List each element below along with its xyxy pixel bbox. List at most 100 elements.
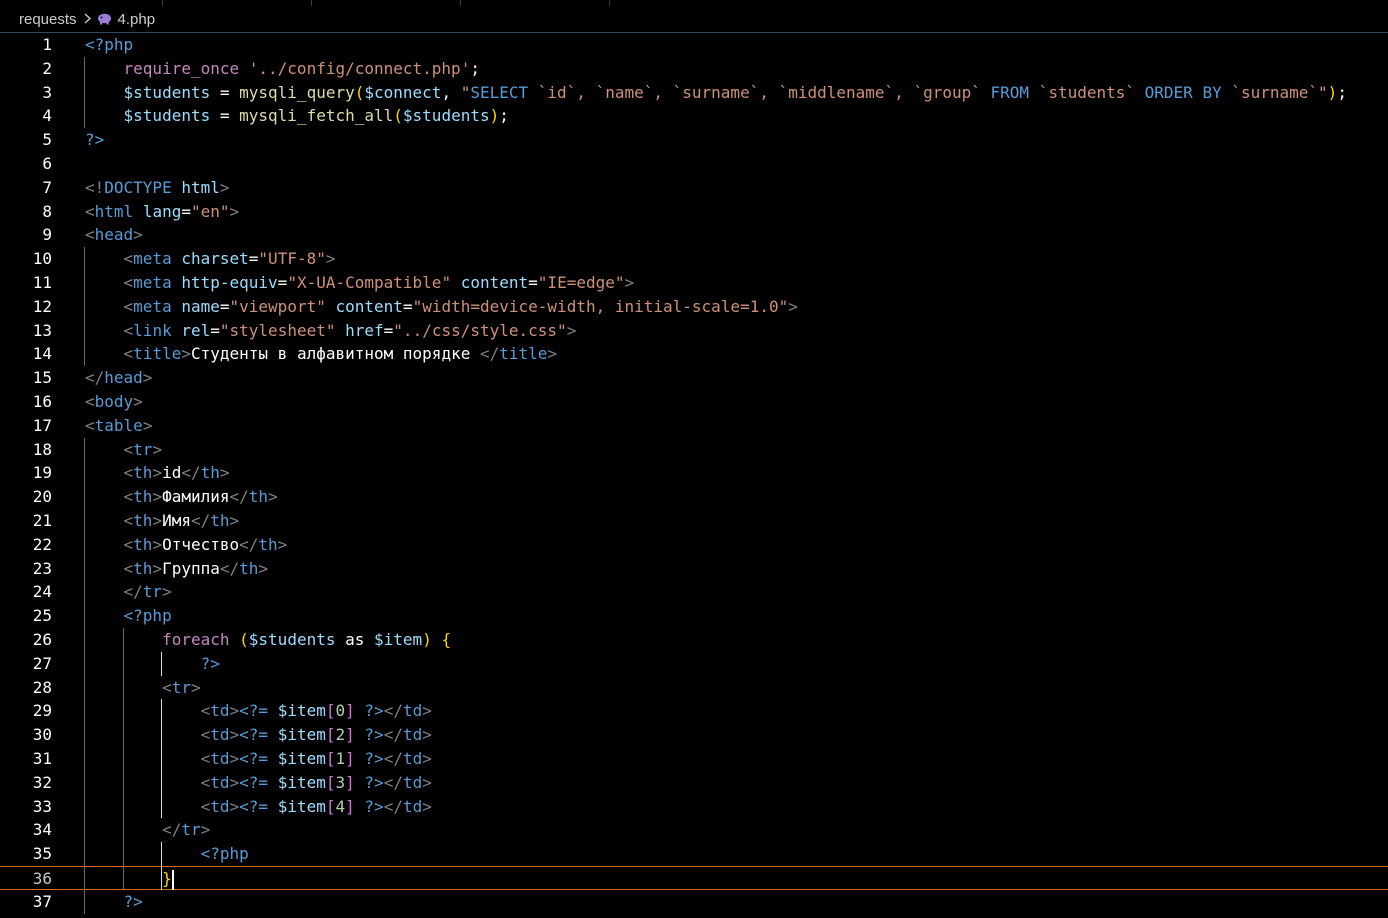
code-line[interactable]: 15 </head>: [0, 366, 1388, 390]
code-line[interactable]: 14 <title>Студенты в алфавитном порядке …: [0, 342, 1388, 366]
code-line[interactable]: 4 $students = mysqli_fetch_all($students…: [0, 104, 1388, 128]
code-line[interactable]: 26 foreach ($students as $item) {: [0, 628, 1388, 652]
line-number: 19: [32, 463, 52, 483]
code-line[interactable]: 23 <th>Группа</th>: [0, 557, 1388, 581]
code-line[interactable]: 20 <th>Фамилия</th>: [0, 485, 1388, 509]
code-line[interactable]: 37 ?>: [0, 890, 1388, 914]
code-line[interactable]: 21 <th>Имя</th>: [0, 509, 1388, 533]
code-line[interactable]: 29 <td><?= $item[0] ?></td>: [0, 699, 1388, 723]
code-token: >: [229, 511, 240, 530]
code-token: >: [422, 701, 432, 721]
code-token: Отчество: [162, 534, 240, 554]
code-line[interactable]: 11 <meta http-equiv="X-UA-Compatible" co…: [0, 271, 1388, 295]
code-line[interactable]: 3 $students = mysqli_query($connect, "SE…: [0, 81, 1388, 105]
code-editor[interactable]: 1 <?php 2 require_once '../config/connect.…: [0, 33, 1388, 918]
code-token: >: [624, 273, 635, 292]
code-line[interactable]: 25 <?php: [0, 604, 1388, 628]
code-line[interactable]: 22 <th>Отчество</th>: [0, 533, 1388, 557]
code-text: $students = mysqli_query($connect, "SELE…: [85, 81, 1347, 105]
code-token: meta: [133, 273, 172, 292]
code-line[interactable]: 8 <html lang="en">: [0, 200, 1388, 224]
line-number: 15: [32, 368, 52, 388]
code-line[interactable]: 31 <td><?= $item[1] ?></td>: [0, 747, 1388, 771]
code-token: "X-UA-Compatible": [287, 273, 452, 292]
code-token: <: [123, 344, 134, 364]
breadcrumb-folder[interactable]: requests: [19, 11, 77, 28]
code-token: <: [123, 463, 134, 483]
chevron-right-icon: [84, 12, 91, 27]
code-token: >: [229, 701, 240, 721]
line-number: 22: [32, 534, 52, 554]
line-number: 30: [32, 725, 52, 745]
code-line[interactable]: 5 ?>: [0, 128, 1388, 152]
code-line[interactable]: 13 <link rel="stylesheet" href="../css/s…: [0, 319, 1388, 343]
code-token: >: [190, 677, 201, 697]
code-line[interactable]: 9 <head>: [0, 223, 1388, 247]
code-text: <meta charset="UTF-8">: [85, 247, 336, 271]
line-number: 3: [42, 82, 52, 102]
code-line[interactable]: 19 <th>id</th>: [0, 461, 1388, 485]
indent-guide: [161, 699, 163, 819]
code-token: html: [181, 177, 220, 197]
code-token: </: [219, 558, 240, 578]
code-token: >: [219, 463, 230, 483]
line-number: 18: [32, 439, 52, 459]
code-line[interactable]: 12 <meta name="viewport" content="width=…: [0, 295, 1388, 319]
code-token: 4: [335, 796, 346, 816]
code-token: 2: [335, 725, 346, 745]
code-line[interactable]: 18 <tr>: [0, 438, 1388, 462]
code-line[interactable]: 24 </tr>: [0, 580, 1388, 604]
code-text: <?php: [85, 33, 133, 57]
breadcrumb-file[interactable]: 4.php: [118, 11, 156, 28]
code-line[interactable]: 38 </table>: [0, 914, 1388, 918]
code-token: <: [123, 558, 134, 578]
code-line[interactable]: 36 }: [0, 866, 1388, 890]
code-line[interactable]: 27 ?>: [0, 652, 1388, 676]
code-token: $item: [277, 796, 326, 816]
line-number: 33: [32, 796, 52, 816]
code-token: >: [152, 511, 163, 530]
code-line[interactable]: 6: [0, 152, 1388, 176]
code-token: <: [85, 415, 95, 435]
code-token: 0: [335, 701, 346, 721]
code-line[interactable]: 33 <td><?= $item[4] ?></td>: [0, 795, 1388, 819]
code-token: ?>: [85, 130, 105, 150]
code-token: td: [210, 796, 230, 816]
code-line[interactable]: 35 <?php: [0, 842, 1388, 866]
code-token: ": [460, 82, 471, 102]
code-token: ]: [345, 749, 355, 768]
code-token: $item: [277, 772, 326, 792]
code-token: <: [200, 772, 211, 792]
code-line[interactable]: 34 </tr>: [0, 818, 1388, 842]
code-line[interactable]: 2 require_once '../config/connect.php';: [0, 57, 1388, 81]
code-line[interactable]: 10 <meta charset="UTF-8">: [0, 247, 1388, 271]
code-line[interactable]: 16 <body>: [0, 390, 1388, 414]
code-text: <meta name="viewport" content="width=dev…: [85, 295, 798, 319]
code-line[interactable]: 32 <td><?= $item[3] ?></td>: [0, 771, 1388, 795]
code-token: >: [229, 772, 240, 792]
code-token: (: [239, 630, 249, 649]
code-token: =: [210, 82, 240, 102]
code-token: </: [123, 582, 143, 602]
code-token: >: [162, 582, 172, 602]
code-token: >: [258, 558, 269, 578]
code-token: mysqli_fetch_all: [239, 106, 394, 126]
line-number: 31: [32, 749, 52, 768]
code-text: </tr>: [85, 818, 210, 842]
code-line[interactable]: 17 <table>: [0, 414, 1388, 438]
code-token: td: [402, 749, 423, 768]
code-token: $connect: [364, 82, 442, 102]
code-token: >: [229, 201, 240, 221]
code-text: <td><?= $item[1] ?></td>: [85, 747, 432, 771]
code-line[interactable]: 7 <!DOCTYPE html>: [0, 176, 1388, 200]
code-token: td: [402, 772, 423, 792]
code-line[interactable]: 28 <tr>: [0, 676, 1388, 700]
code-line[interactable]: 1 <?php: [0, 33, 1388, 57]
code-line[interactable]: 30 <td><?= $item[2] ?></td>: [0, 723, 1388, 747]
code-token: >: [200, 820, 211, 840]
